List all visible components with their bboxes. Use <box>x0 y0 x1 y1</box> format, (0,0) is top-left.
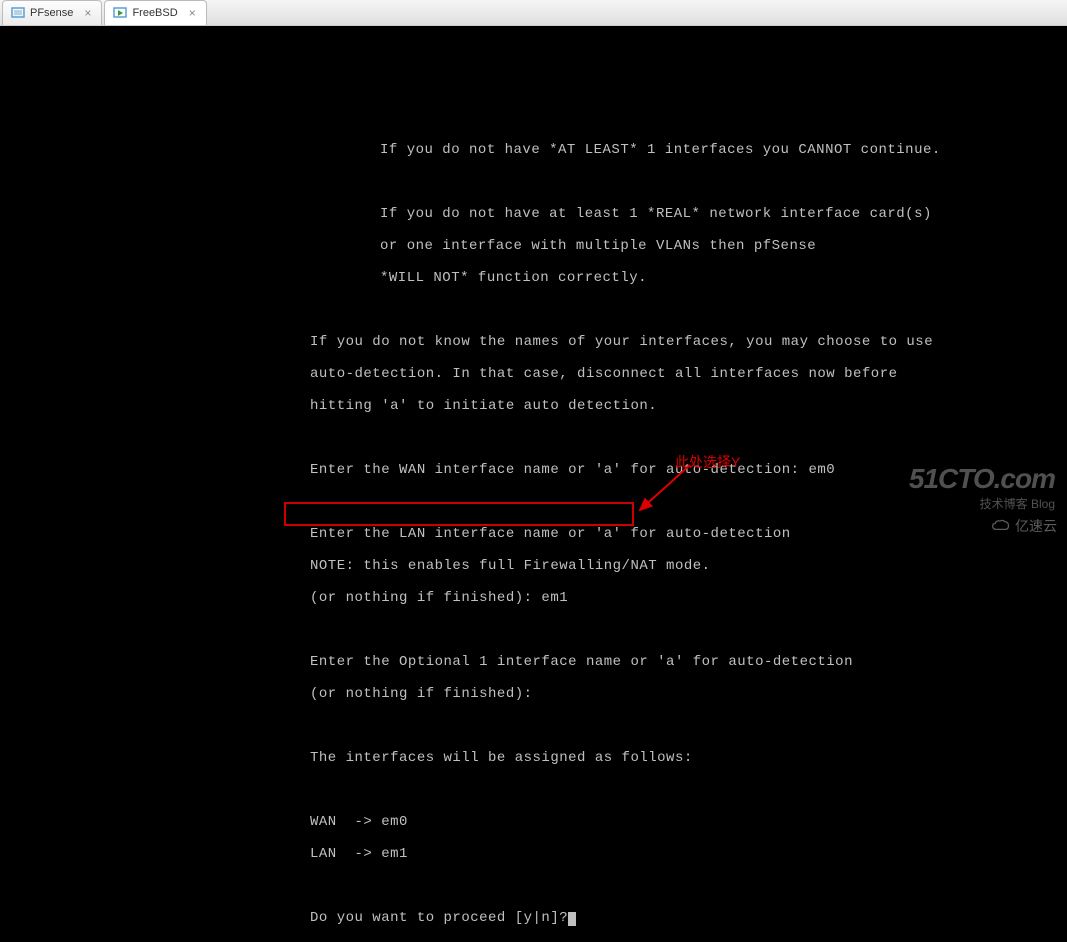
terminal-line: hitting 'a' to initiate auto detection. <box>0 398 1067 414</box>
prompt-line: Do you want to proceed [y|n]? <box>0 910 1067 926</box>
terminal-line: Enter the Optional 1 interface name or '… <box>0 654 1067 670</box>
terminal-line: Enter the WAN interface name or 'a' for … <box>0 462 1067 478</box>
terminal-line <box>0 430 1067 446</box>
terminal-line <box>0 718 1067 734</box>
terminal-line <box>0 494 1067 510</box>
close-icon[interactable]: × <box>82 6 93 20</box>
terminal-line: If you do not have *AT LEAST* 1 interfac… <box>0 142 1067 158</box>
tab-freebsd[interactable]: FreeBSD × <box>104 0 206 25</box>
terminal-line: (or nothing if finished): <box>0 686 1067 702</box>
terminal-line: (or nothing if finished): em1 <box>0 590 1067 606</box>
close-icon[interactable]: × <box>187 6 198 20</box>
tab-bar: PFsense × FreeBSD × <box>0 0 1067 26</box>
tab-label: FreeBSD <box>132 7 177 19</box>
terminal-line <box>0 174 1067 190</box>
terminal-line: If you do not have at least 1 *REAL* net… <box>0 206 1067 222</box>
cursor-icon <box>568 912 576 926</box>
vm-running-icon <box>113 6 127 20</box>
terminal-line: NOTE: this enables full Firewalling/NAT … <box>0 558 1067 574</box>
tab-label: PFsense <box>30 7 73 19</box>
terminal-line <box>0 878 1067 894</box>
terminal-line: LAN -> em1 <box>0 846 1067 862</box>
terminal-line <box>0 622 1067 638</box>
terminal-line: The interfaces will be assigned as follo… <box>0 750 1067 766</box>
terminal-line: If you do not know the names of your int… <box>0 334 1067 350</box>
terminal-line: WAN -> em0 <box>0 814 1067 830</box>
terminal-line: *WILL NOT* function correctly. <box>0 270 1067 286</box>
terminal-line <box>0 782 1067 798</box>
terminal-line: auto-detection. In that case, disconnect… <box>0 366 1067 382</box>
terminal-line: or one interface with multiple VLANs the… <box>0 238 1067 254</box>
terminal-console[interactable]: If you do not have *AT LEAST* 1 interfac… <box>0 26 1067 540</box>
vm-icon <box>11 6 25 20</box>
tab-pfsense[interactable]: PFsense × <box>2 0 102 25</box>
terminal-line <box>0 302 1067 318</box>
